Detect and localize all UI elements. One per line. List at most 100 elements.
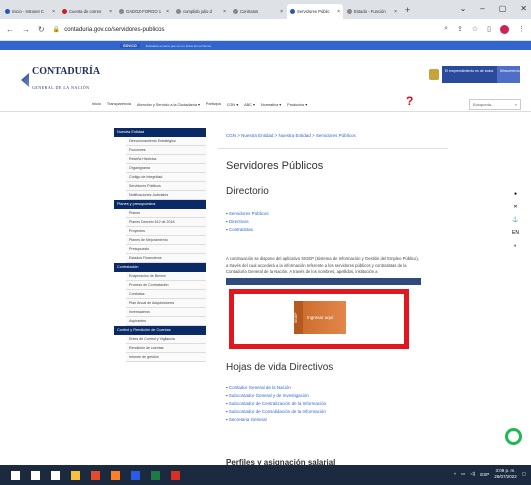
- volume-icon[interactable]: ◁): [470, 471, 475, 477]
- gov-logo[interactable]: GOV.CO: [120, 43, 140, 48]
- minimize-icon[interactable]: –: [480, 4, 484, 13]
- list-item-link[interactable]: Subcontador General y de Investigación: [226, 392, 326, 400]
- sidebar-item[interactable]: Informe de gestión: [126, 353, 206, 362]
- sidebar-item[interactable]: Contratos: [126, 290, 206, 299]
- list-item-link[interactable]: Subcontador de Centralización de la Info…: [226, 400, 326, 408]
- chevron-down-icon[interactable]: ⌄: [460, 4, 467, 13]
- sidebar-item[interactable]: Planes de Mejoramiento: [126, 236, 206, 245]
- sidebar-item[interactable]: Código de Integridad: [126, 173, 206, 182]
- tab-close-icon[interactable]: ×: [280, 9, 283, 15]
- sidebar-item[interactable]: Reseña Histórica: [126, 155, 206, 164]
- tab-close-icon[interactable]: ×: [109, 9, 112, 15]
- sidebar-item[interactable]: Invernaderos: [126, 308, 206, 317]
- sidebar-item[interactable]: Notificaciones Judiciales: [126, 191, 206, 200]
- url-field[interactable]: 🔒 contaduria.gov.co/servidores-publicos: [53, 22, 436, 37]
- sidebar-section-title[interactable]: Planes y presupuestos: [114, 200, 206, 209]
- chat-button[interactable]: [505, 428, 522, 445]
- nav-item[interactable]: Participa: [206, 102, 221, 107]
- sidebar-item[interactable]: Rendición de cuentas: [126, 344, 206, 353]
- zoom-icon[interactable]: ⌕: [444, 25, 448, 34]
- list-item-link[interactable]: Directivos: [226, 218, 269, 226]
- search-input[interactable]: Búsqueda... ⌕: [469, 99, 521, 110]
- sidebar-item[interactable]: Entes de Control y Vigilancia: [126, 335, 206, 344]
- share-icon[interactable]: ⇪: [457, 25, 463, 34]
- chrome-icon[interactable]: [91, 470, 100, 480]
- sidebar-item[interactable]: Funciones: [126, 146, 206, 155]
- browser-tab[interactable]: cumplido julio d ×: [173, 4, 229, 19]
- nav-item[interactable]: ABC ▾: [244, 102, 255, 107]
- taskview-icon[interactable]: [51, 470, 60, 480]
- sidebar-item[interactable]: Estados Financieros: [126, 254, 206, 263]
- list-item-link[interactable]: Contador General de la Nación: [226, 384, 326, 392]
- tab-close-icon[interactable]: ×: [394, 9, 397, 15]
- list-item-link[interactable]: Secretaria General: [226, 416, 326, 424]
- sidebar-item[interactable]: Planes: [126, 209, 206, 218]
- emprendimiento-banner[interactable]: El emprendimiento es de todos: [442, 66, 497, 83]
- sidebar-section-title[interactable]: Contratación: [114, 263, 206, 272]
- avatar[interactable]: [500, 25, 509, 34]
- nav-item[interactable]: Inicio: [92, 102, 101, 107]
- tab-close-icon[interactable]: ×: [223, 9, 226, 15]
- lock-icon[interactable]: 🔒: [53, 26, 60, 33]
- tab-close-icon[interactable]: ×: [52, 9, 55, 15]
- chevron-up-icon[interactable]: ^: [454, 472, 456, 477]
- browser-tab[interactable]: Estado - Función ×: [344, 4, 400, 19]
- list-item-link[interactable]: Subcontador de Consolidación de la Infor…: [226, 408, 326, 416]
- close-icon[interactable]: ✕: [513, 204, 517, 210]
- sidebar-item[interactable]: Direccionamiento Estratégico: [126, 137, 206, 146]
- sidebar-item[interactable]: Proyectos: [126, 227, 206, 236]
- nav-item[interactable]: CGN ▾: [227, 102, 238, 107]
- explorer-icon[interactable]: [71, 470, 80, 480]
- new-tab-button[interactable]: +: [405, 5, 410, 15]
- sidebar-item[interactable]: Organigrama: [126, 164, 206, 173]
- notifications-icon[interactable]: ▢: [522, 471, 526, 477]
- sidebar-item[interactable]: Aspirantes: [126, 317, 206, 326]
- sidebar-section-title[interactable]: Nuestra Entidad: [114, 128, 206, 137]
- windows-icon[interactable]: [11, 470, 20, 480]
- list-item-link[interactable]: Servidores Públicos: [226, 210, 269, 218]
- list-item-link[interactable]: Contratistas: [226, 226, 269, 234]
- browser-tab[interactable]: Inicio - Intranet C ×: [2, 4, 58, 19]
- sidebar-item[interactable]: Servidores Públicos: [126, 182, 206, 191]
- menu-icon[interactable]: ⋮: [518, 25, 525, 34]
- nav-item[interactable]: Productos ▾: [287, 102, 307, 107]
- anchor-icon[interactable]: ⚓: [512, 217, 518, 223]
- sidebar-item[interactable]: Presupuesto: [126, 245, 206, 254]
- forward-icon[interactable]: →: [22, 25, 30, 34]
- nav-item[interactable]: Atención y Servicio a la Ciudadanía ▾: [137, 102, 200, 107]
- excel-icon[interactable]: [151, 470, 160, 480]
- contaduria-logo[interactable]: CONTADURÍA GENERAL DE LA NACIÓN: [21, 67, 100, 93]
- sidebar-item[interactable]: Enajenación de Bienes: [126, 272, 206, 281]
- language-toggle[interactable]: EN: [512, 230, 519, 236]
- firefox-icon[interactable]: [111, 470, 120, 480]
- search-icon[interactable]: [31, 470, 40, 480]
- browser-tab[interactable]: Servidores Públic ×: [287, 4, 343, 19]
- search-icon[interactable]: ⌕: [515, 102, 517, 107]
- contrast-icon[interactable]: ◐: [514, 243, 517, 249]
- browser-tab[interactable]: GADOZ-FORGO 1 ×: [116, 4, 172, 19]
- nav-item[interactable]: Transparencia: [107, 102, 131, 107]
- back-icon[interactable]: ←: [6, 25, 14, 34]
- language-indicator[interactable]: ESP: [480, 472, 489, 477]
- sidebar-item[interactable]: Proceso de Contratación: [126, 281, 206, 290]
- close-icon[interactable]: ✕: [520, 4, 527, 13]
- tab-close-icon[interactable]: ×: [166, 9, 169, 15]
- sigep-button[interactable]: SIGEP Ingresar aquí: [294, 301, 346, 334]
- browser-tab[interactable]: Contratos ×: [230, 4, 286, 19]
- maximize-icon[interactable]: ▢: [499, 4, 507, 13]
- browser-tab[interactable]: Cuenta de correo ×: [59, 4, 115, 19]
- clock[interactable]: 3:09 p. m. 26/07/2022: [494, 468, 517, 480]
- breadcrumb[interactable]: CGN > Nuestra Entidad > Nuestra Entidad …: [226, 133, 356, 138]
- sidepanel-icon[interactable]: ▯: [487, 25, 491, 34]
- acrobat-icon[interactable]: [171, 470, 180, 480]
- accessibility-icon[interactable]: ●: [514, 191, 517, 197]
- sidebar-item[interactable]: Plan Anual de Adquisiciones: [126, 299, 206, 308]
- reload-icon[interactable]: ↻: [38, 25, 45, 34]
- sidebar-item[interactable]: Planes Decreto 612 de 2018: [126, 218, 206, 227]
- word-icon[interactable]: [131, 470, 140, 480]
- tab-close-icon[interactable]: ×: [337, 9, 340, 15]
- bookmark-star-icon[interactable]: ☆: [472, 25, 478, 34]
- nav-item[interactable]: Normativa ▾: [261, 102, 281, 107]
- sidebar-section-title[interactable]: Control y Rendición de Cuentas: [114, 326, 206, 335]
- network-icon[interactable]: ▭: [461, 471, 465, 477]
